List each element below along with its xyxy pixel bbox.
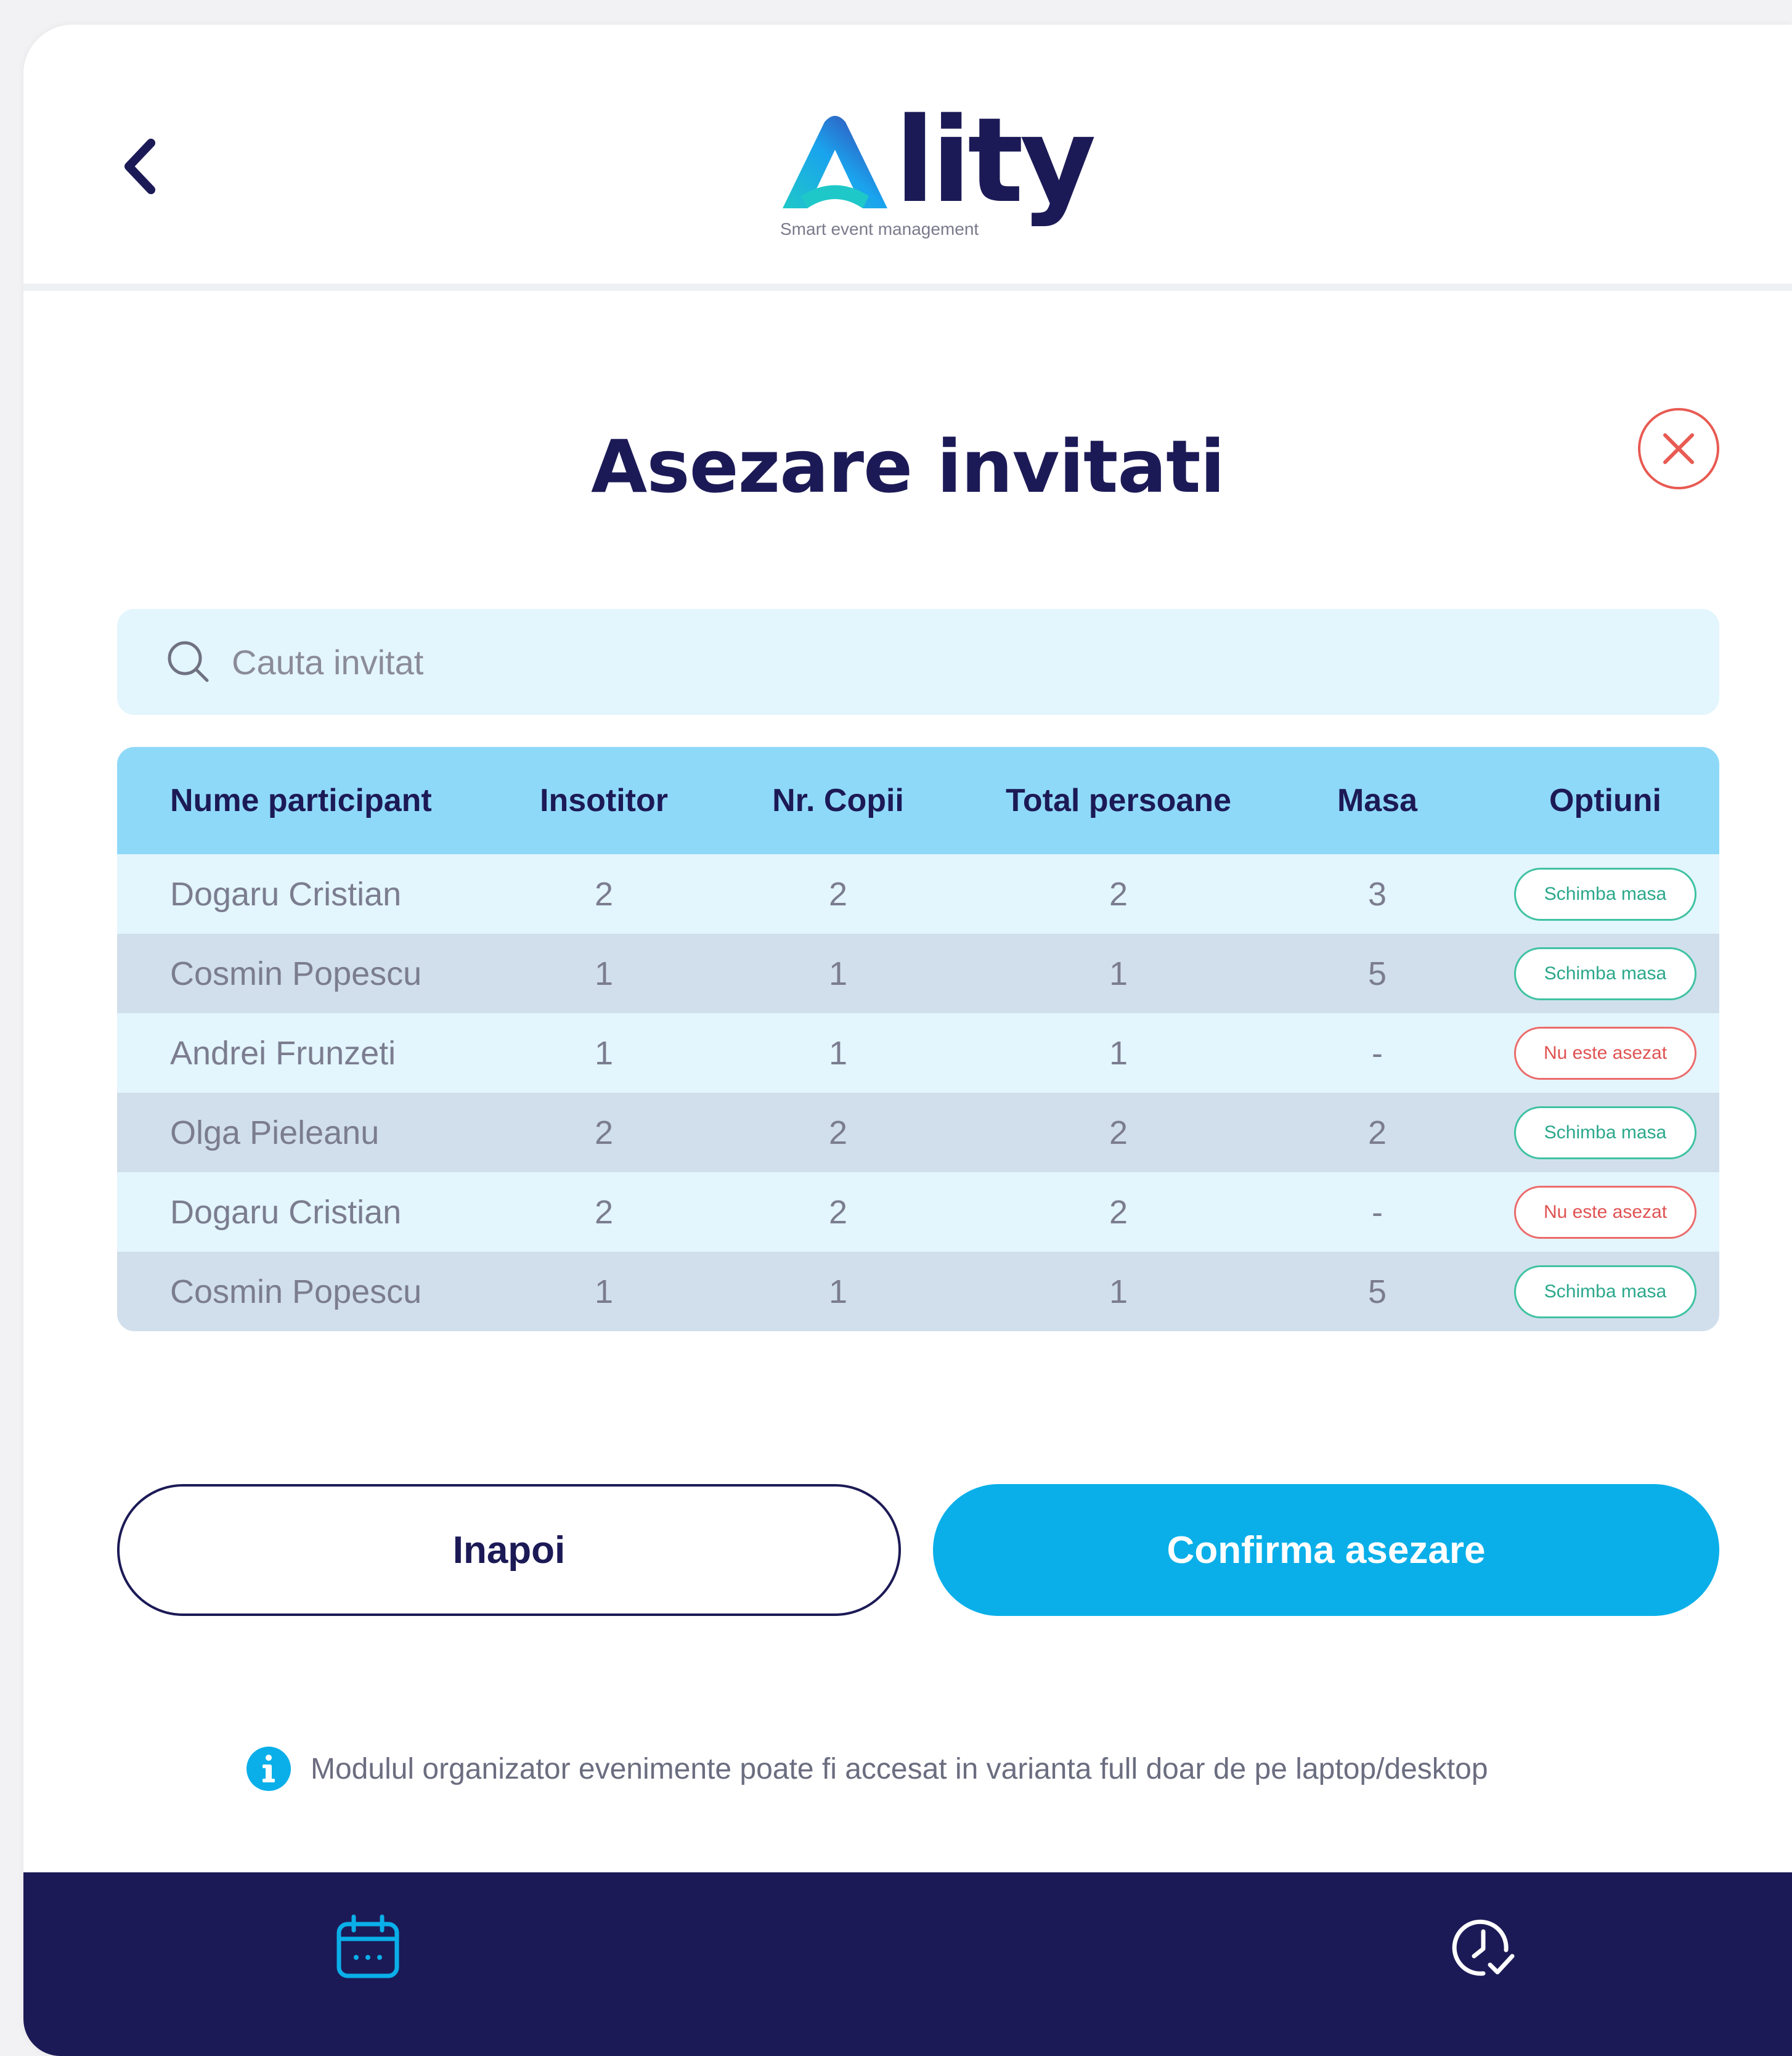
table-row: Dogaru Cristian 2 2 2 - Nu este asezat <box>117 1172 1719 1252</box>
total-value: 1 <box>1109 1273 1128 1310</box>
close-icon <box>1663 433 1694 464</box>
options-cell: Schimba masa <box>1491 947 1719 1000</box>
table-row: Olga Pieleanu 2 2 2 2 Schimba masa <box>117 1093 1719 1172</box>
header: lity Smart event management <box>23 25 1792 291</box>
logo-tagline: Smart event management <box>780 219 979 239</box>
participant-name: Cosmin Popescu <box>170 955 422 992</box>
masa-value: 2 <box>1367 1114 1387 1151</box>
bottom-nav <box>23 1872 1792 2056</box>
clock-check-icon <box>1452 1919 1515 1976</box>
info-icon <box>246 1747 291 1791</box>
search-input[interactable] <box>232 642 1649 682</box>
info-notice: Modulul organizator evenimente poate fi … <box>245 1744 1488 1793</box>
back-action-button[interactable]: Inapoi <box>117 1484 901 1616</box>
insotitor-value: 1 <box>594 955 614 992</box>
insotitor-value: 2 <box>594 1114 614 1151</box>
participant-name: Olga Pieleanu <box>170 1114 380 1151</box>
change-table-button[interactable]: Schimba masa <box>1514 867 1696 921</box>
search-icon <box>168 641 209 682</box>
table-row: Dogaru Cristian 2 2 2 3 Schimba masa <box>117 854 1719 934</box>
calendar-icon <box>336 1914 399 1978</box>
options-cell: Schimba masa <box>1491 1106 1719 1159</box>
app-window: lity Smart event management Asezare invi… <box>23 25 1792 2056</box>
options-cell: Schimba masa <box>1491 867 1719 921</box>
close-button[interactable] <box>1638 408 1719 489</box>
total-value: 2 <box>1109 1114 1128 1151</box>
logo-mark <box>783 116 887 208</box>
table-row: Cosmin Popescu 1 1 1 5 Schimba masa <box>117 934 1719 1013</box>
masa-value: - <box>1372 1193 1383 1231</box>
column-header: Optiuni <box>1549 783 1661 818</box>
masa-value: 5 <box>1367 955 1387 992</box>
copii-value: 1 <box>828 1273 848 1310</box>
logo: lity Smart event management <box>776 92 1096 259</box>
copii-value: 2 <box>828 1193 848 1231</box>
chevron-left-icon <box>124 139 155 194</box>
not-seated-button[interactable]: Nu este asezat <box>1514 1026 1696 1080</box>
copii-value: 2 <box>828 875 848 913</box>
not-seated-button[interactable]: Nu este asezat <box>1514 1185 1696 1239</box>
copii-value: 1 <box>828 1034 848 1072</box>
page-title: Asezare invitati <box>591 424 1225 509</box>
column-header: Masa <box>1337 783 1418 818</box>
insotitor-value: 2 <box>594 1193 614 1231</box>
nav-calendar[interactable] <box>334 1913 402 1981</box>
options-cell: Nu este asezat <box>1491 1185 1719 1239</box>
options-cell: Nu este asezat <box>1491 1026 1719 1080</box>
participant-name: Cosmin Popescu <box>170 1273 422 1310</box>
column-header: Nr. Copii <box>772 783 904 818</box>
participant-name: Dogaru Cristian <box>170 1193 402 1231</box>
insotitor-value: 1 <box>594 1273 614 1310</box>
change-table-button[interactable]: Schimba masa <box>1514 1106 1696 1159</box>
column-header: Insotitor <box>540 783 668 818</box>
change-table-button[interactable]: Schimba masa <box>1514 947 1696 1000</box>
column-header: Nume participant <box>170 783 432 818</box>
table-row: Andrei Frunzeti 1 1 1 - Nu este asezat <box>117 1013 1719 1093</box>
total-value: 1 <box>1109 1034 1128 1072</box>
participant-name: Dogaru Cristian <box>170 875 402 913</box>
logo-text: lity <box>895 92 1096 229</box>
total-value: 2 <box>1109 875 1128 913</box>
total-value: 1 <box>1109 955 1128 992</box>
search-bar <box>117 609 1719 715</box>
info-text: Modulul organizator evenimente poate fi … <box>311 1752 1488 1785</box>
masa-value: 5 <box>1367 1273 1387 1310</box>
back-button[interactable] <box>110 129 171 203</box>
total-value: 2 <box>1109 1193 1128 1231</box>
copii-value: 2 <box>828 1114 848 1151</box>
table-header: Nume participant Insotitor Nr. Copii Tot… <box>117 747 1719 854</box>
insotitor-value: 2 <box>594 875 614 913</box>
masa-value: 3 <box>1367 875 1387 913</box>
copii-value: 1 <box>828 955 848 992</box>
change-table-button[interactable]: Schimba masa <box>1514 1265 1696 1318</box>
insotitor-value: 1 <box>594 1034 614 1072</box>
guest-table: Nume participant Insotitor Nr. Copii Tot… <box>117 747 1719 1331</box>
masa-value: - <box>1372 1034 1383 1072</box>
options-cell: Schimba masa <box>1491 1265 1719 1318</box>
nav-history[interactable] <box>1449 1913 1517 1981</box>
participant-name: Andrei Frunzeti <box>170 1034 396 1072</box>
column-header: Total persoane <box>1005 783 1231 818</box>
table-row: Cosmin Popescu 1 1 1 5 Schimba masa <box>117 1252 1719 1331</box>
confirm-seating-button[interactable]: Confirma asezare <box>933 1484 1719 1616</box>
